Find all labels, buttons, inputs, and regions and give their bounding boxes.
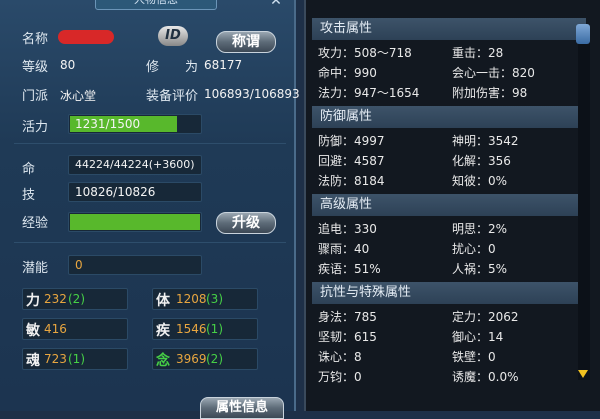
close-icon[interactable]: ✕ [268, 0, 284, 8]
attr-label: 念 [156, 353, 170, 369]
skill-value: 10826/10826 [75, 185, 156, 199]
name-label: 名称 [22, 32, 49, 47]
skill-field: 10826/10826 [68, 182, 202, 202]
attr-value: 1208 [176, 292, 207, 306]
section-header-resistance: 抗性与特殊属性 [312, 282, 586, 304]
attribute-grid: 力 232 (2) 体 1208 (3) 敏 416 疾 1546 (1) 魂 … [14, 286, 286, 374]
stat-row: 命中：990 [318, 66, 377, 80]
level-value: 80 [60, 58, 76, 72]
scrollbar-track[interactable] [578, 30, 590, 380]
attr-value: 416 [44, 322, 67, 336]
scrollbar-thumb[interactable] [576, 24, 590, 44]
section-header-defense: 防御属性 [312, 106, 586, 128]
potential-value: 0 [75, 258, 83, 272]
stat-row: 扰心：0 [452, 242, 496, 256]
stat-row: 诛心：8 [318, 350, 362, 364]
stat-row: 铁壁：0 [452, 350, 496, 364]
equip-value: 106893/106893 [204, 87, 300, 101]
attribute-detail-panel: 攻击属性 攻力：508～718 重击：28 命中：990 会心一击：820 法力… [304, 0, 600, 411]
attr-value: 232 [44, 292, 67, 306]
tab-attribute-info[interactable]: 属性信息 [200, 397, 284, 419]
attr-value: 1546 [176, 322, 207, 336]
divider [14, 242, 286, 243]
vigor-value: 1231/1500 [75, 117, 141, 131]
divider [14, 143, 286, 144]
attr-label: 疾 [156, 323, 170, 339]
level-label: 等级 [22, 60, 49, 75]
stat-row: 法防：8184 [318, 174, 385, 188]
stat-row: 回避：4587 [318, 154, 385, 168]
attr-label: 敏 [26, 323, 40, 339]
stat-row: 人祸：5% [452, 262, 508, 276]
stat-row: 疾语：51% [318, 262, 381, 276]
hp-field: 44224/44224(+3600) [68, 155, 202, 175]
stat-row: 攻力：508～718 [318, 46, 412, 60]
stat-row: 身法：785 [318, 310, 377, 324]
stat-row: 重击：28 [452, 46, 504, 60]
faction-value: 冰心堂 [60, 89, 97, 103]
scroll-down-arrow-icon[interactable] [578, 370, 588, 378]
stat-row: 诱魔：0.0% [452, 370, 519, 384]
section-header-attack: 攻击属性 [312, 18, 586, 40]
attr-label: 力 [26, 293, 40, 309]
name-redacted [58, 30, 114, 44]
title-button[interactable]: 称谓 [216, 31, 276, 53]
attr-bonus: (2) [206, 352, 223, 366]
potential-field: 0 [68, 255, 202, 275]
attr-value: 3969 [176, 352, 207, 366]
skill-label: 技 [22, 188, 36, 203]
vigor-bar: 1231/1500 [68, 114, 202, 134]
attr-bonus: (3) [206, 292, 223, 306]
stat-row: 御心：14 [452, 330, 504, 344]
upgrade-button[interactable]: 升级 [216, 212, 276, 234]
stat-row: 神明：3542 [452, 134, 519, 148]
stat-row: 附加伤害：98 [452, 86, 528, 100]
stat-row: 坚韧：615 [318, 330, 377, 344]
stat-row: 防御：4997 [318, 134, 385, 148]
exp-label: 经验 [22, 216, 49, 231]
stat-row: 法力：947～1654 [318, 86, 420, 100]
equip-label: 装备评价 [146, 89, 199, 104]
stat-row: 骤雨：40 [318, 242, 370, 256]
hp-label: 命 [22, 162, 36, 177]
exp-bar [68, 212, 202, 232]
stat-row: 追电：330 [318, 222, 377, 236]
potential-label: 潜能 [22, 261, 49, 276]
attr-label: 体 [156, 293, 170, 309]
panel-title: 人物信息 [95, 0, 217, 10]
section-header-advanced: 高级属性 [312, 194, 586, 216]
stat-row: 化解：356 [452, 154, 511, 168]
attr-bonus: (2) [68, 292, 85, 306]
faction-label: 门派 [22, 89, 49, 104]
stat-row: 知彼：0% [452, 174, 508, 188]
exp-bar-fill [70, 214, 200, 230]
attr-label: 魂 [26, 353, 40, 369]
stat-row: 明思：2% [452, 222, 508, 236]
id-badge[interactable]: ID [158, 26, 188, 46]
stat-row: 会心一击：820 [452, 66, 535, 80]
stat-row: 定力：2062 [452, 310, 519, 324]
cultivation-label: 修 为 [146, 60, 199, 75]
attr-bonus: (1) [68, 352, 85, 366]
character-info-panel: 人物信息 ✕ 名称 ID 称谓 等级 80 修 为 68177 门派 冰心堂 装… [0, 0, 300, 419]
cultivation-value: 68177 [204, 58, 243, 72]
attr-value: 723 [44, 352, 67, 366]
stat-row: 万钧：0 [318, 370, 362, 384]
vigor-label: 活力 [22, 120, 49, 135]
attr-bonus: (1) [206, 322, 223, 336]
hp-value: 44224/44224(+3600) [75, 158, 195, 171]
